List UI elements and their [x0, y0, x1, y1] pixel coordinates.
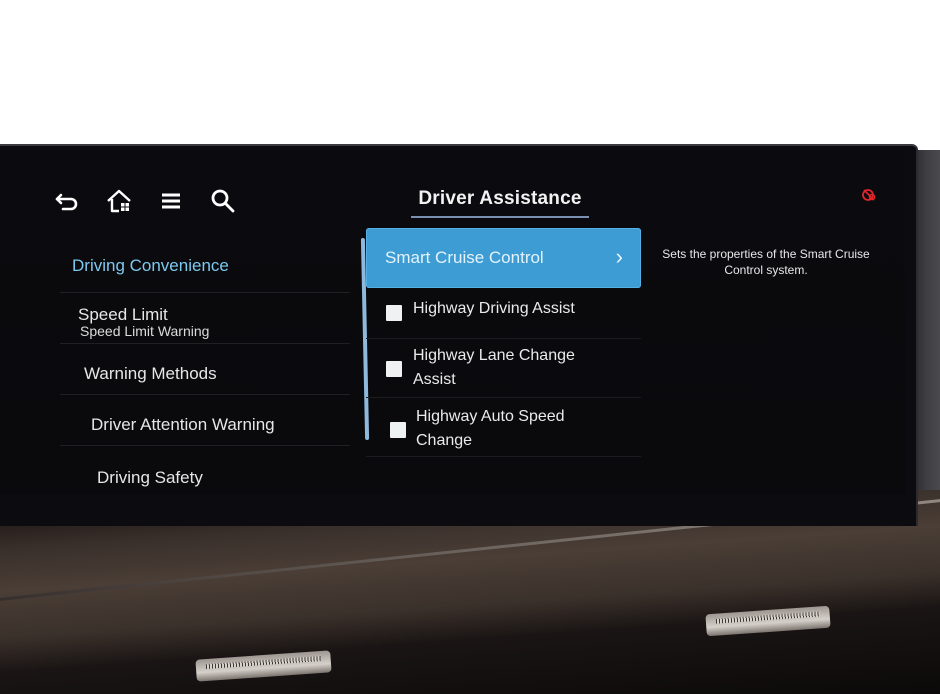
list-item-label: Highway Auto Speed Change — [416, 408, 565, 449]
menu-button[interactable] — [156, 186, 186, 216]
menu-item-driving-convenience[interactable]: Driving Convenience — [60, 242, 350, 293]
menu-item-label: Speed Limit — [78, 305, 168, 324]
list-item-label: Highway Driving Assist — [413, 300, 575, 317]
list-item-highway-auto-speed-change[interactable]: Highway Auto Speed Change — [366, 398, 641, 457]
checkbox[interactable] — [386, 361, 402, 377]
feature-list: Smart Cruise Control › Highway Driving A… — [366, 228, 641, 457]
connectivity-off-icon — [862, 189, 876, 201]
checkbox[interactable] — [390, 422, 406, 438]
back-icon — [55, 193, 78, 211]
category-menu: Driving Convenience Speed Limit Speed Li… — [60, 242, 350, 496]
menu-item-label: Driving Safety — [97, 468, 203, 487]
infotainment-screen: Driver Assistance Driving Convenience Sp… — [0, 150, 905, 495]
home-button[interactable] — [104, 186, 134, 216]
menu-item-label: Warning Methods — [84, 364, 217, 383]
menu-item-label: Driver Attention Warning — [91, 415, 275, 434]
menu-item-speed-limit[interactable]: Speed Limit Speed Limit Warning — [60, 293, 350, 344]
menu-item-warning-methods[interactable]: Warning Methods — [60, 344, 350, 395]
menu-item-sublabel: Speed Limit Warning — [80, 323, 210, 339]
list-item-highway-lane-change-assist[interactable]: Highway Lane Change Assist — [366, 339, 641, 398]
checkbox[interactable] — [386, 305, 402, 321]
menu-item-driving-safety[interactable]: Driving Safety — [60, 446, 350, 496]
list-item-highway-driving-assist[interactable]: Highway Driving Assist — [366, 288, 641, 339]
back-button[interactable] — [52, 186, 82, 216]
menu-item-driver-attention-warning[interactable]: Driver Attention Warning — [60, 395, 350, 446]
feature-description: Sets the properties of the Smart Cruise … — [662, 247, 870, 277]
menu-icon — [162, 193, 180, 209]
toolbar — [52, 186, 238, 216]
home-icon — [107, 189, 131, 213]
search-button[interactable] — [208, 186, 238, 216]
page-title: Driver Assistance — [411, 188, 589, 218]
list-item-smart-cruise-control[interactable]: Smart Cruise Control › — [366, 228, 641, 288]
search-icon — [211, 189, 235, 213]
list-item-label: Highway Lane Change Assist — [413, 347, 575, 388]
menu-item-label: Driving Convenience — [72, 256, 229, 275]
chevron-right-icon: › — [615, 244, 623, 269]
list-item-label: Smart Cruise Control — [385, 248, 544, 267]
